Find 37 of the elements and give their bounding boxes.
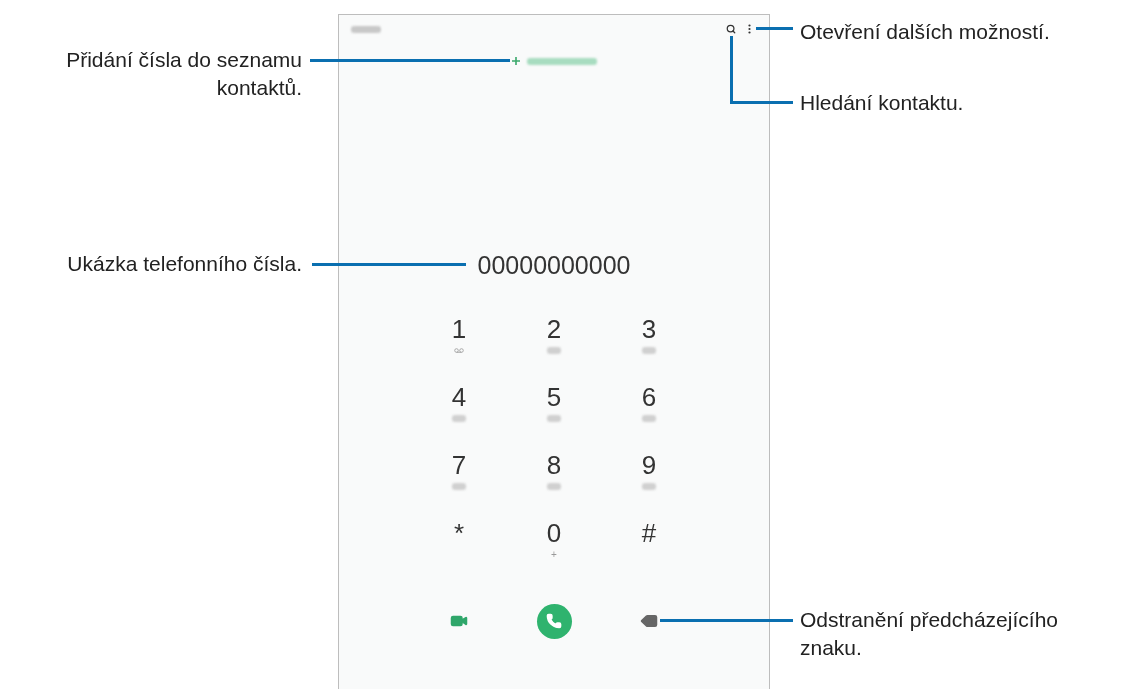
callout-text: Hledání kontaktu.: [800, 90, 964, 116]
dial-key[interactable]: 7: [451, 450, 467, 480]
voicemail-icon: [454, 347, 464, 353]
blurred-letters: [642, 346, 656, 354]
dial-key[interactable]: 2: [546, 314, 562, 344]
blurred-letters: [452, 414, 466, 422]
blurred-letters: [547, 414, 561, 422]
plus-icon[interactable]: [511, 56, 521, 66]
backspace-icon[interactable]: [640, 612, 658, 630]
phone-number: 00000000000: [477, 250, 631, 281]
dial-key[interactable]: 1: [451, 314, 467, 344]
dial-key[interactable]: 9: [641, 450, 657, 480]
key-sub-label: +: [551, 548, 557, 560]
dial-key[interactable]: 0: [546, 518, 562, 548]
dial-key[interactable]: 3: [641, 314, 657, 344]
blurred-letters: [642, 482, 656, 490]
dial-key[interactable]: 6: [641, 382, 657, 412]
callout-text: Ukázka telefonního čísla.: [67, 251, 302, 277]
blurred-letters: [452, 482, 466, 490]
dial-key[interactable]: *: [453, 518, 465, 548]
search-icon[interactable]: [726, 24, 736, 34]
leader-line: [756, 26, 793, 30]
call-button[interactable]: [536, 603, 572, 639]
blurred-letters: [547, 346, 561, 354]
phone-icon: [546, 613, 562, 629]
callout-text: Otevření dalších možností.: [800, 19, 1050, 45]
dial-key[interactable]: 5: [546, 382, 562, 412]
blurred-letters: [642, 414, 656, 422]
blurred-letters: [547, 482, 561, 490]
callout-text: Odstranění předcházejícího znaku.: [800, 607, 1058, 661]
more-options-icon[interactable]: [748, 24, 751, 34]
callout-text: Přidání čísla do seznamu kontaktů.: [66, 47, 302, 101]
dial-key[interactable]: #: [641, 518, 657, 548]
dial-key[interactable]: 8: [546, 450, 562, 480]
dial-key[interactable]: 4: [451, 382, 467, 412]
blurred-title: [351, 25, 381, 33]
leader-line: [729, 36, 794, 106]
